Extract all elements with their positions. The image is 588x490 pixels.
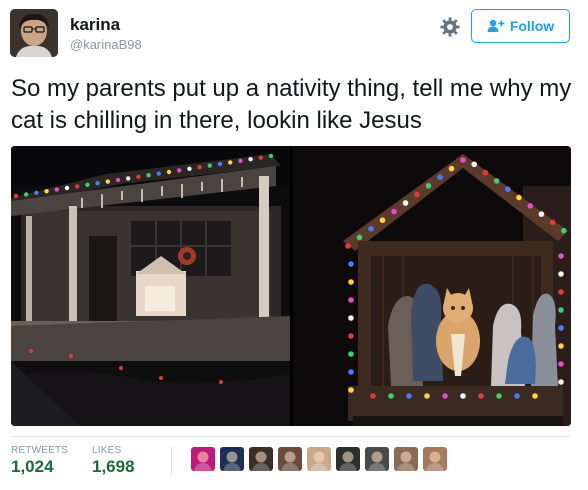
follow-button[interactable]: Follow xyxy=(471,9,570,43)
liker-avatars xyxy=(191,447,447,471)
liker-avatar[interactable] xyxy=(423,447,447,471)
tweet-media[interactable] xyxy=(11,146,571,426)
liker-avatar[interactable] xyxy=(278,447,302,471)
user-name[interactable]: karina xyxy=(70,15,120,35)
stats-separator xyxy=(171,446,172,476)
liker-avatar[interactable] xyxy=(307,447,331,471)
follow-button-label: Follow xyxy=(509,18,555,34)
liker-avatar[interactable] xyxy=(191,447,215,471)
liker-avatar[interactable] xyxy=(220,447,244,471)
likes-count[interactable]: 1,698 xyxy=(92,457,135,477)
retweets-count[interactable]: 1,024 xyxy=(11,457,54,477)
liker-avatar[interactable] xyxy=(394,447,418,471)
avatar[interactable] xyxy=(10,9,58,57)
likes-label: LIKES xyxy=(92,445,122,456)
tweet-text: So my parents put up a nativity thing, t… xyxy=(11,75,572,134)
stats-divider xyxy=(11,436,571,437)
photo-house-lights[interactable] xyxy=(11,146,290,426)
user-handle[interactable]: @karinaB98 xyxy=(70,37,142,52)
retweets-label: RETWEETS xyxy=(11,445,69,456)
photo-nativity-cat[interactable] xyxy=(293,146,571,426)
add-user-icon xyxy=(487,19,505,33)
liker-avatar[interactable] xyxy=(365,447,389,471)
liker-avatar[interactable] xyxy=(336,447,360,471)
liker-avatar[interactable] xyxy=(249,447,273,471)
gear-icon[interactable] xyxy=(439,16,461,38)
